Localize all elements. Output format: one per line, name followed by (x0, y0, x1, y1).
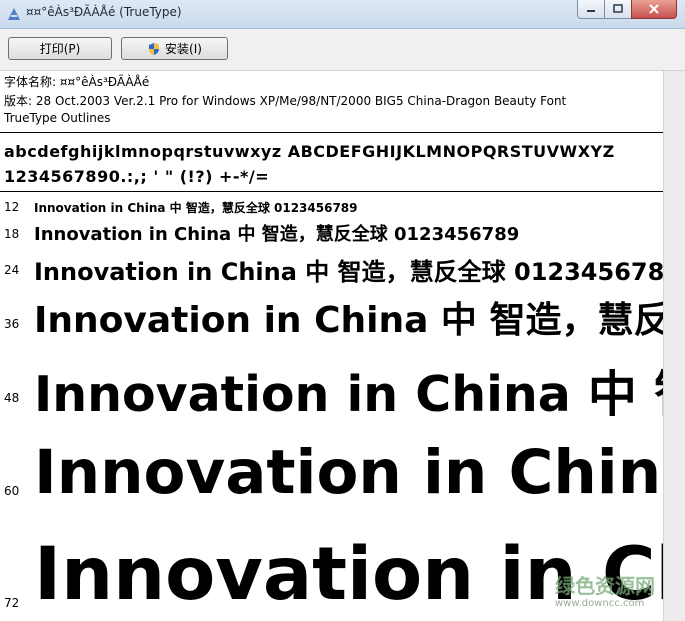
font-preview-area: 字体名称: ¤¤°êÀs³ÐÃÀÅé 版本: 28 Oct.2003 Ver.2… (0, 71, 663, 621)
charset-letters: abcdefghijklmnopqrstuvwxyz ABCDEFGHIJKLM… (4, 142, 615, 161)
install-button[interactable]: 安装(I) (121, 37, 228, 60)
sample-size-label: 72 (4, 596, 20, 610)
sample-size-label: 48 (4, 391, 20, 405)
close-button[interactable] (631, 0, 677, 19)
close-icon (649, 4, 659, 14)
sample-size-label: 60 (4, 484, 20, 498)
print-button-label: 打印(P) (39, 42, 81, 56)
print-button[interactable]: 打印(P) (8, 37, 112, 60)
sample-size-label: 18 (4, 227, 20, 241)
divider-top (0, 132, 663, 133)
sample-size-label: 12 (4, 200, 20, 214)
sample-text: Innovation in China 中 智造，慧反全球 0123456789 (34, 201, 358, 215)
charset-digits: 1234567890.:,; ' " (!?) +-*/= (4, 167, 270, 186)
font-app-icon (8, 8, 20, 20)
window-title: ¤¤°êÀs³ÐÃÀÅé (TrueType) (26, 5, 182, 19)
sample-text: Innovation in China 中 智造 (34, 366, 663, 423)
minimize-button[interactable] (577, 0, 605, 19)
sample-text: Innovation in China 中 智造，慧反全球 (34, 300, 663, 341)
maximize-icon (613, 4, 623, 13)
font-outline-line: TrueType Outlines (4, 111, 111, 125)
sample-text: Innovation in China (34, 532, 663, 617)
sample-size-label: 24 (4, 263, 20, 277)
vertical-scrollbar[interactable] (663, 71, 685, 621)
sample-size-label: 36 (4, 317, 20, 331)
sample-text: Innovation in China 中 智造，慧反全球 0123456789 (34, 224, 520, 245)
divider-bottom (0, 191, 663, 192)
maximize-button[interactable] (604, 0, 632, 19)
font-name-line: 字体名称: ¤¤°êÀs³ÐÃÀÅé (4, 75, 150, 89)
shield-icon (149, 42, 160, 55)
font-version-line: 版本: 28 Oct.2003 Ver.2.1 Pro for Windows … (4, 94, 567, 108)
install-button-label: 安装(I) (165, 42, 202, 56)
sample-text: Innovation in China 中 智造，慧反全球 0123456789 (34, 258, 663, 286)
sample-text: Innovation in China (34, 437, 663, 508)
title-bar: ¤¤°êÀs³ÐÃÀÅé (TrueType) (0, 0, 685, 29)
toolbar: 打印(P) 安装(I) (0, 29, 685, 71)
minimize-icon (587, 10, 595, 12)
